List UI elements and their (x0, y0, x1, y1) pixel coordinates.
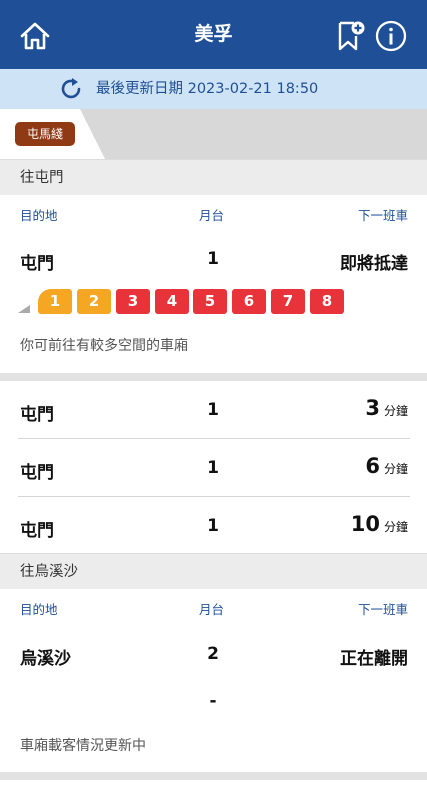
row-platform: 1 (207, 516, 219, 536)
line-badge[interactable]: 屯馬綫 (15, 122, 75, 146)
eta-unit: 分鐘 (383, 520, 408, 534)
direction-header-wu-kai-sha: 往烏溪沙 (0, 553, 427, 589)
last-updated-text: 最後更新日期 2023-02-21 18:50 (96, 81, 319, 97)
car-1: 1 (38, 289, 72, 314)
section-divider (0, 373, 427, 381)
row-eta: 3 分鐘 (365, 396, 408, 420)
bookmark-add-icon[interactable] (333, 19, 367, 53)
col-platform: 月台 (199, 602, 225, 617)
row-platform: 1 (207, 458, 219, 478)
train-platform: 1 (207, 249, 219, 269)
col-next-train: 下一班車 (357, 602, 408, 617)
row-eta: 6 分鐘 (365, 454, 408, 478)
section-divider (0, 772, 427, 780)
train-platform: 2 (207, 644, 219, 664)
row-divider (18, 496, 410, 497)
car-3: 3 (116, 289, 150, 314)
col-next-train: 下一班車 (357, 208, 408, 223)
direction-label: 往烏溪沙 (20, 564, 78, 580)
row-destination: 屯門 (20, 405, 54, 425)
occupancy-hint: 你可前往有較多空間的車廂 (20, 338, 188, 354)
car-6: 6 (232, 289, 266, 314)
train-status: 即將抵達 (340, 254, 408, 274)
refresh-icon[interactable] (58, 76, 84, 102)
col-platform: 月台 (199, 208, 225, 223)
eta-unit: 分鐘 (383, 462, 408, 476)
row-destination: 屯門 (20, 463, 54, 483)
row-eta: 10 分鐘 (351, 512, 408, 536)
car-occupancy: 1 2 3 4 5 6 7 8 (18, 289, 358, 315)
direction-label: 往屯門 (20, 170, 64, 186)
direction-header-tuen-mun: 往屯門 (0, 159, 427, 195)
car-occupancy-placeholder: - (209, 691, 217, 711)
car-4: 4 (155, 289, 189, 314)
car-5: 5 (193, 289, 227, 314)
car-7: 7 (271, 289, 305, 314)
train-destination: 屯門 (20, 254, 54, 274)
train-destination: 烏溪沙 (20, 649, 71, 669)
train-direction-marker (18, 305, 30, 313)
line-tab-bar: 屯馬綫 (0, 109, 427, 159)
info-icon[interactable] (374, 19, 408, 53)
car-2: 2 (77, 289, 111, 314)
eta-unit: 分鐘 (383, 404, 408, 418)
last-updated-bar: 最後更新日期 2023-02-21 18:50 (0, 69, 427, 109)
eta-minutes: 3 (365, 396, 380, 420)
train-status: 正在離開 (340, 649, 408, 669)
row-destination: 屯門 (20, 521, 54, 541)
occupancy-hint: 車廂載客情況更新中 (20, 738, 146, 754)
eta-minutes: 10 (350, 512, 380, 536)
eta-minutes: 6 (365, 454, 380, 478)
car-8: 8 (310, 289, 344, 314)
col-destination: 目的地 (20, 602, 58, 617)
app-header: 美孚 (0, 0, 427, 69)
row-platform: 1 (207, 400, 219, 420)
row-divider (18, 438, 410, 439)
col-destination: 目的地 (20, 208, 58, 223)
